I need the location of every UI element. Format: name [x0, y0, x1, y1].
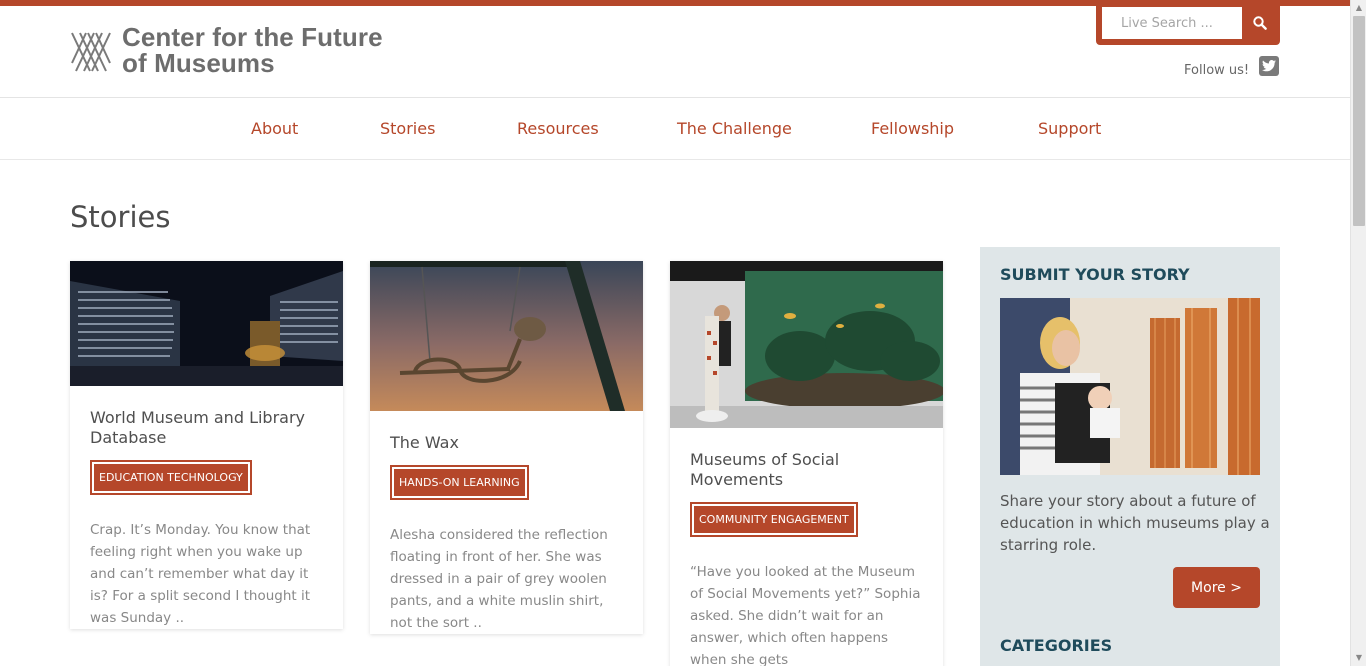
story-title[interactable]: World Museum and Library Database	[90, 408, 323, 448]
search-button[interactable]	[1244, 7, 1276, 39]
category-tag-label: COMMUNITY ENGAGEMENT	[694, 506, 854, 533]
submit-story-image	[1000, 298, 1260, 475]
category-tag[interactable]: COMMUNITY ENGAGEMENT	[690, 502, 858, 537]
nav-item-stories[interactable]: Stories	[380, 119, 435, 138]
story-image-library-database[interactable]	[70, 261, 343, 386]
nav-item-fellowship[interactable]: Fellowship	[871, 119, 954, 138]
logo-line-1: Center for the Future	[122, 22, 383, 52]
story-title[interactable]: Museums of Social Movements	[690, 450, 923, 490]
search-box	[1096, 6, 1280, 45]
categories-heading: CATEGORIES	[1000, 636, 1113, 655]
nav-item-resources[interactable]: Resources	[517, 119, 599, 138]
search-icon	[1253, 16, 1267, 30]
story-excerpt: Crap. It’s Monday. You know that feeling…	[90, 522, 311, 626]
search-input[interactable]	[1102, 7, 1242, 39]
category-tag[interactable]: EDUCATION TECHNOLOGY	[90, 460, 252, 495]
category-tag-label: EDUCATION TECHNOLOGY	[94, 464, 248, 491]
twitter-link[interactable]	[1259, 56, 1279, 76]
scroll-down-icon[interactable]: ▼	[1351, 650, 1366, 666]
category-tag-label: HANDS-ON LEARNING	[394, 469, 525, 496]
scroll-up-icon[interactable]: ▲	[1351, 0, 1366, 16]
nav-item-the-challenge[interactable]: The Challenge	[677, 119, 792, 138]
story-image-social-movements[interactable]	[670, 261, 943, 428]
story-card: World Museum and Library Database EDUCAT…	[70, 261, 343, 629]
category-tag[interactable]: HANDS-ON LEARNING	[390, 465, 529, 500]
logo-text: Center for the Future of Museums	[122, 24, 383, 76]
more-button[interactable]: More >	[1173, 567, 1260, 608]
submit-story-text: Share your story about a future of educa…	[1000, 492, 1270, 554]
site-header: Center for the Future of Museums Follow …	[0, 6, 1350, 98]
story-image-the-wax[interactable]	[370, 261, 643, 411]
site-logo[interactable]: Center for the Future of Museums	[70, 24, 383, 77]
logo-mark-icon	[71, 32, 111, 72]
story-card: The Wax HANDS-ON LEARNING Alesha conside…	[370, 261, 643, 634]
nav-item-about[interactable]: About	[251, 119, 298, 138]
story-excerpt: “Have you looked at the Museum of Social…	[690, 564, 921, 666]
twitter-icon	[1262, 60, 1276, 72]
main-nav: About Stories Resources The Challenge Fe…	[0, 98, 1350, 160]
page-title: Stories	[70, 200, 171, 234]
nav-item-support[interactable]: Support	[1038, 119, 1101, 138]
sidebar: SUBMIT YOUR STORY Share your story about…	[980, 247, 1280, 666]
page-scrollbar[interactable]: ▲ ▼	[1350, 0, 1366, 666]
story-card: Museums of Social Movements COMMUNITY EN…	[670, 261, 943, 666]
story-title[interactable]: The Wax	[390, 433, 623, 453]
logo-line-2: of Museums	[122, 48, 275, 78]
story-excerpt: Alesha considered the reflection floatin…	[390, 527, 608, 631]
follow-us-label: Follow us!	[1184, 63, 1250, 78]
submit-story-heading: SUBMIT YOUR STORY	[1000, 265, 1190, 284]
scroll-thumb[interactable]	[1353, 16, 1365, 226]
